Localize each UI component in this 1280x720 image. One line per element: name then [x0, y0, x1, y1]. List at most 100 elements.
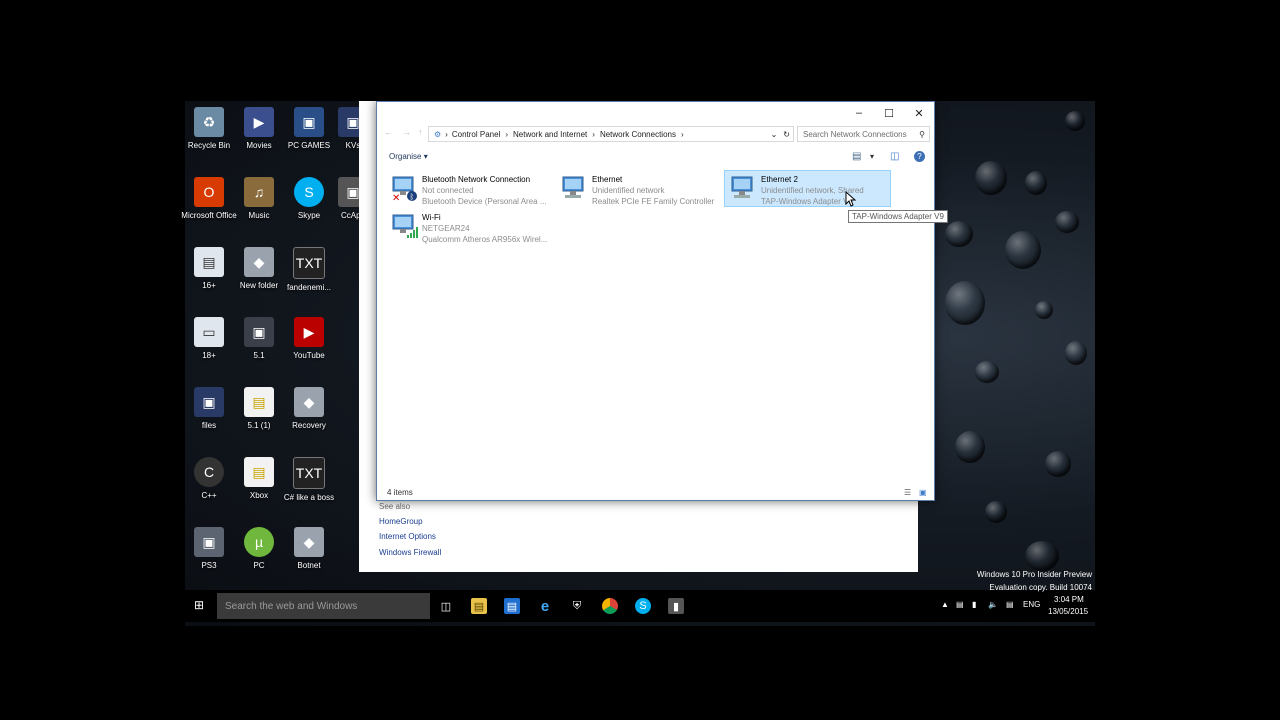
- battery-tray-icon[interactable]: ▮: [972, 600, 976, 609]
- desktop-icon-cpp[interactable]: C C++: [181, 457, 237, 501]
- folder-shortcut-icon: ▣: [194, 387, 224, 417]
- utorrent-icon: µ: [244, 527, 274, 557]
- show-hidden-icons-icon[interactable]: ▲: [941, 600, 949, 609]
- desktop-icon-pc[interactable]: µ PC: [231, 527, 287, 571]
- app-taskbar-icon[interactable]: ▮: [668, 598, 684, 614]
- mouse-cursor-icon: [845, 191, 857, 207]
- internet-explorer-icon[interactable]: e: [537, 598, 553, 615]
- internet-options-link[interactable]: Internet Options: [379, 532, 436, 541]
- connection-device: TAP-Windows Adapter V9: [761, 197, 853, 206]
- status-item-count: 4 items: [387, 488, 413, 497]
- taskbar-search-placeholder: Search the web and Windows: [225, 600, 358, 612]
- maximize-button[interactable]: ☐: [874, 102, 904, 124]
- breadcrumb-control-panel[interactable]: Control Panel: [452, 130, 500, 139]
- document-icon: ▤: [244, 457, 274, 487]
- address-bar[interactable]: ⚙ › Control Panel › Network and Internet…: [428, 126, 794, 142]
- connection-name: Ethernet 2: [761, 175, 798, 184]
- connection-wifi[interactable]: Wi-Fi NETGEAR24 Qualcomm Atheros AR956x …: [386, 210, 551, 244]
- up-arrow-icon[interactable]: ↑: [418, 127, 423, 137]
- back-arrow-icon[interactable]: ←: [384, 127, 393, 137]
- chevron-down-icon[interactable]: ⌄: [771, 130, 778, 139]
- text-file-icon: TXT: [293, 457, 325, 489]
- desktop-icon-18plus[interactable]: ▭ 18+: [181, 317, 237, 361]
- office-icon: O: [194, 177, 224, 207]
- desktop-icon-fandenemi[interactable]: TXT fandenemi...: [281, 247, 337, 293]
- desktop-icon-movies[interactable]: ▶ Movies: [231, 107, 287, 151]
- connection-bluetooth[interactable]: ✕ ᛒ Bluetooth Network Connection Not con…: [386, 172, 551, 206]
- connection-ethernet[interactable]: Ethernet Unidentified network Realtek PC…: [556, 172, 721, 206]
- minimize-button[interactable]: –: [844, 102, 874, 124]
- organise-menu[interactable]: Organise ▾: [389, 152, 428, 161]
- network-tray-icon[interactable]: ▤: [956, 600, 964, 609]
- youtube-icon: ▶: [294, 317, 324, 347]
- connection-ethernet-2[interactable]: Ethernet 2 Unidentified network, Shared …: [724, 170, 891, 207]
- folder-shortcut-icon: ▣: [194, 527, 224, 557]
- desktop-icon-new-folder[interactable]: ◆ New folder: [231, 247, 287, 291]
- forward-arrow-icon[interactable]: →: [402, 127, 411, 137]
- desktop-icon-skype[interactable]: S Skype: [281, 177, 337, 221]
- desktop-icon-5-1[interactable]: ▣ 5.1: [231, 317, 287, 361]
- clock-time[interactable]: 3:04 PM: [1054, 595, 1084, 604]
- refresh-icon[interactable]: ↻: [783, 130, 790, 139]
- desktop-icon-files[interactable]: ▣ files: [181, 387, 237, 431]
- organise-label: Organise: [389, 152, 422, 161]
- taskbar-search-input[interactable]: Search the web and Windows: [217, 593, 430, 619]
- desktop-icon-ps3[interactable]: ▣ PS3: [181, 527, 237, 571]
- volume-tray-icon[interactable]: 🔈: [988, 600, 998, 609]
- language-indicator[interactable]: ENG: [1023, 600, 1040, 609]
- windows-watermark-line2: Evaluation copy. Build 10074: [989, 583, 1092, 592]
- svg-text:✕: ✕: [392, 193, 400, 201]
- breadcrumb-network-and-internet[interactable]: Network and Internet: [513, 130, 587, 139]
- svg-text:ᛒ: ᛒ: [410, 193, 415, 202]
- help-icon[interactable]: ?: [914, 151, 925, 162]
- search-input[interactable]: Search Network Connections ⚲: [797, 126, 930, 142]
- close-button[interactable]: ✕: [904, 102, 934, 124]
- network-adapter-icon: ✕ ᛒ: [392, 176, 417, 202]
- network-adapter-icon: [562, 176, 584, 198]
- action-center-icon[interactable]: ▤: [1006, 600, 1014, 609]
- desktop-icon-recycle-bin[interactable]: ♻ Recycle Bin: [181, 107, 237, 151]
- windows-firewall-link[interactable]: Windows Firewall: [379, 548, 441, 557]
- desktop-icon-pc-games[interactable]: ▣ PC GAMES: [281, 107, 337, 151]
- large-icons-view-icon[interactable]: ▣: [919, 488, 927, 497]
- connection-name: Wi-Fi: [422, 213, 441, 222]
- view-options-caret-icon[interactable]: ▾: [870, 152, 874, 161]
- preview-pane-icon[interactable]: ◫: [890, 151, 899, 162]
- connection-device: Realtek PCIe FE Family Controller: [592, 197, 715, 206]
- task-view-icon[interactable]: ◫: [438, 598, 454, 614]
- desktop-icon-csharp[interactable]: TXT C# like a boss: [281, 457, 337, 503]
- clock-date[interactable]: 13/05/2015: [1048, 607, 1088, 616]
- breadcrumb-sep-icon: ›: [680, 129, 684, 139]
- shield-app-icon[interactable]: ⛨: [569, 598, 585, 614]
- desktop-icon-music[interactable]: ♫ Music: [231, 177, 287, 221]
- control-panel-icon: ⚙: [434, 129, 442, 139]
- change-view-icon[interactable]: ▤: [852, 151, 861, 162]
- skype-taskbar-icon[interactable]: S: [635, 598, 651, 614]
- file-explorer-icon[interactable]: ▤: [471, 598, 487, 614]
- desktop-icon-5-1-copy[interactable]: ▤ 5.1 (1): [231, 387, 287, 431]
- folder-shortcut-icon: ▣: [294, 107, 324, 137]
- connection-status: Not connected: [422, 186, 474, 195]
- folder-shortcut-icon: ◆: [294, 387, 324, 417]
- title-bar[interactable]: – ☐ ✕: [377, 102, 934, 126]
- details-view-icon[interactable]: ☰: [904, 488, 911, 497]
- desktop-icon-microsoft-office[interactable]: O Microsoft Office: [181, 177, 237, 221]
- desktop-icon-16plus[interactable]: ▤ 16+: [181, 247, 237, 291]
- desktop-icon-youtube[interactable]: ▶ YouTube: [281, 317, 337, 361]
- recycle-bin-icon: ♻: [194, 107, 224, 137]
- chrome-icon[interactable]: [602, 598, 618, 614]
- homegroup-link[interactable]: HomeGroup: [379, 517, 423, 526]
- desktop-icon-xbox[interactable]: ▤ Xbox: [231, 457, 287, 501]
- breadcrumb-network-connections[interactable]: Network Connections: [600, 130, 676, 139]
- connection-device: Bluetooth Device (Personal Area ...: [422, 197, 547, 206]
- connection-device: Qualcomm Atheros AR956x Wirel...: [422, 235, 548, 244]
- file-icon: ▤: [194, 247, 224, 277]
- start-button[interactable]: ⊞: [194, 599, 206, 611]
- folder-shortcut-icon: ▣: [244, 317, 274, 347]
- document-icon: ▤: [244, 387, 274, 417]
- see-also-heading: See also: [379, 502, 411, 511]
- desktop-icon-recovery[interactable]: ◆ Recovery: [281, 387, 337, 431]
- desktop-icon-botnet[interactable]: ◆ Botnet: [281, 527, 337, 571]
- text-file-icon: TXT: [293, 247, 325, 279]
- store-icon[interactable]: ▤: [504, 598, 520, 614]
